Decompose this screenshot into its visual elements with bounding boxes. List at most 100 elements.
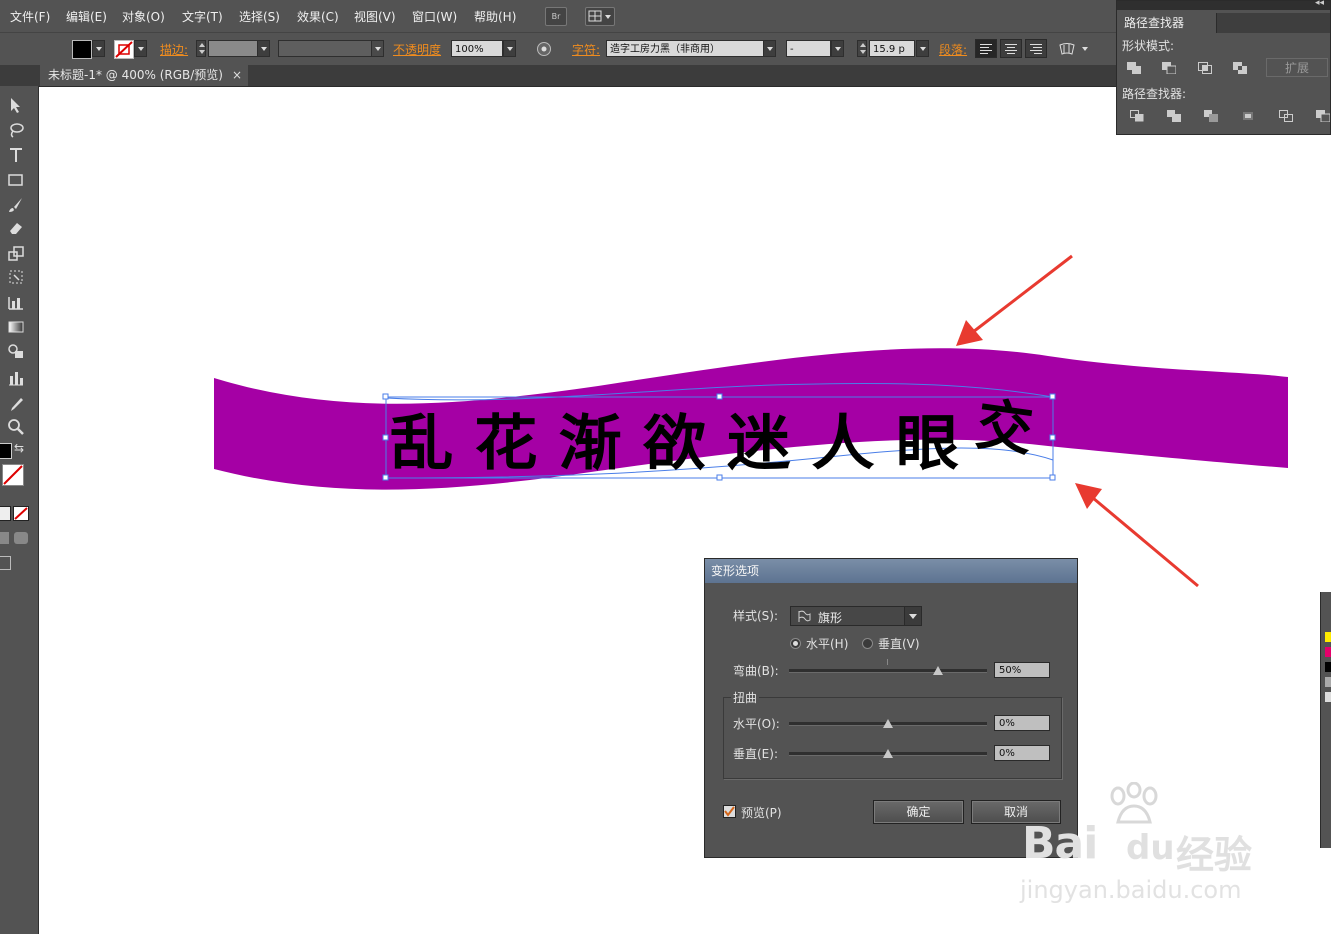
horizontal-radio-label[interactable]: 水平(H) xyxy=(806,635,848,652)
recolor-artwork-icon[interactable] xyxy=(536,41,552,57)
stroke-weight-spinner[interactable] xyxy=(196,40,206,57)
align-right-button[interactable] xyxy=(1025,39,1047,58)
stroke-weight-dropdown[interactable] xyxy=(257,40,270,57)
profile-dropdown[interactable] xyxy=(371,40,384,57)
rectangle-tool-icon[interactable] xyxy=(7,171,25,189)
menu-select[interactable]: 选择(S) xyxy=(239,8,280,25)
paragraph-label[interactable]: 段落: xyxy=(939,41,967,58)
opacity-label[interactable]: 不透明度 xyxy=(393,41,441,58)
workspace-layout-button[interactable] xyxy=(585,7,615,26)
opacity-field[interactable]: 100% xyxy=(451,40,503,57)
minus-front-icon[interactable] xyxy=(1162,62,1176,74)
bend-slider-thumb[interactable] xyxy=(932,666,943,675)
panel-drag-bar[interactable]: ◂◂ xyxy=(1117,0,1330,10)
zoom-tool-icon[interactable] xyxy=(7,418,25,436)
swatch-light-gray[interactable] xyxy=(1325,692,1331,702)
crop-icon[interactable] xyxy=(1241,110,1255,122)
draw-inside-button[interactable] xyxy=(14,532,28,544)
divide-icon[interactable] xyxy=(1130,110,1144,122)
menu-edit[interactable]: 编辑(E) xyxy=(66,8,107,25)
trim-icon[interactable] xyxy=(1167,110,1181,122)
menu-file[interactable]: 文件(F) xyxy=(10,8,50,25)
screen-mode-button[interactable] xyxy=(0,556,11,570)
font-style-field[interactable]: - xyxy=(786,40,831,57)
font-size-spinner[interactable] xyxy=(857,40,867,57)
menu-view[interactable]: 视图(V) xyxy=(354,8,396,25)
stroke-color-swatch[interactable] xyxy=(114,40,134,59)
column-graph-tool-icon[interactable] xyxy=(7,369,25,387)
stroke-indicator[interactable] xyxy=(2,464,24,486)
blend-tool-icon[interactable] xyxy=(7,342,25,360)
fill-indicator[interactable] xyxy=(0,443,12,459)
menu-window[interactable]: 窗口(W) xyxy=(412,8,457,25)
distort-vertical-thumb[interactable] xyxy=(883,749,893,758)
font-size-dropdown[interactable] xyxy=(916,40,929,57)
style-select[interactable]: 旗形 xyxy=(790,606,922,626)
stroke-label[interactable]: 描边: xyxy=(160,41,188,58)
horizontal-radio[interactable] xyxy=(790,638,801,649)
menu-effect[interactable]: 效果(C) xyxy=(297,8,339,25)
swatch-black[interactable] xyxy=(1325,662,1331,672)
bend-slider-track[interactable] xyxy=(789,669,987,673)
menu-type[interactable]: 文字(T) xyxy=(182,8,223,25)
chevron-down-icon[interactable] xyxy=(904,607,921,625)
eraser-tool-icon[interactable] xyxy=(7,219,25,237)
swatch-gray[interactable] xyxy=(1325,677,1331,687)
warped-ribbon-text[interactable]: 乱花渐欲迷人眼 xyxy=(390,409,980,479)
variable-width-profile[interactable] xyxy=(278,40,373,57)
align-left-button[interactable] xyxy=(975,39,997,58)
font-family-dropdown[interactable] xyxy=(763,40,776,57)
swap-colors-icon[interactable]: ⇆ xyxy=(14,441,24,455)
bridge-button[interactable]: Br xyxy=(545,7,567,26)
stroke-weight-field[interactable] xyxy=(208,40,258,57)
warped-ribbon-text-last-char[interactable]: 交 xyxy=(972,392,1037,464)
eyedropper-tool-icon[interactable] xyxy=(7,396,25,414)
free-transform-tool-icon[interactable] xyxy=(7,268,25,286)
gradient-tool-icon[interactable] xyxy=(7,318,25,336)
opacity-dropdown[interactable] xyxy=(503,40,516,57)
distort-horizontal-thumb[interactable] xyxy=(883,719,893,728)
menu-help[interactable]: 帮助(H) xyxy=(474,8,516,25)
vertical-radio-label[interactable]: 垂直(V) xyxy=(878,635,920,652)
outline-icon[interactable] xyxy=(1279,110,1293,122)
swatch-yellow[interactable] xyxy=(1325,632,1331,642)
align-center-button[interactable] xyxy=(1000,39,1022,58)
preview-checkbox[interactable] xyxy=(723,805,736,818)
warp-envelope-button[interactable] xyxy=(1058,41,1090,57)
collapse-panel-icon[interactable]: ◂◂ xyxy=(1315,0,1324,8)
color-mode-button[interactable] xyxy=(0,506,11,521)
fill-color-swatch[interactable] xyxy=(72,40,92,59)
fill-dropdown[interactable] xyxy=(92,40,105,57)
draw-mode-button[interactable] xyxy=(0,532,9,544)
shape-builder-tool-icon[interactable] xyxy=(7,293,25,311)
stroke-dropdown[interactable] xyxy=(134,40,147,57)
font-style-dropdown[interactable] xyxy=(831,40,844,57)
distort-vertical-field[interactable]: 0% xyxy=(994,745,1050,761)
vertical-radio[interactable] xyxy=(862,638,873,649)
lasso-tool-icon[interactable] xyxy=(7,121,25,139)
dialog-title[interactable]: 变形选项 xyxy=(705,559,1077,583)
none-mode-button[interactable] xyxy=(13,506,29,521)
pathfinder-panel-tab[interactable]: 路径查找器 xyxy=(1117,13,1217,33)
scale-tool-icon[interactable] xyxy=(7,244,25,262)
minus-back-icon[interactable] xyxy=(1316,110,1330,122)
merge-icon[interactable] xyxy=(1204,110,1218,122)
swatch-magenta[interactable] xyxy=(1325,647,1331,657)
intersect-icon[interactable] xyxy=(1198,62,1212,74)
font-family-field[interactable]: 造字工房力黑（非商用） xyxy=(606,40,764,57)
character-label[interactable]: 字符: xyxy=(572,41,600,58)
preview-label[interactable]: 预览(P) xyxy=(741,804,782,821)
bend-value-field[interactable]: 50% xyxy=(994,662,1050,678)
exclude-icon[interactable] xyxy=(1233,62,1247,74)
ok-button[interactable]: 确定 xyxy=(873,800,964,824)
distort-horizontal-field[interactable]: 0% xyxy=(994,715,1050,731)
expand-button[interactable]: 扩展 xyxy=(1266,58,1328,77)
document-tab[interactable]: 未标题-1* @ 400% (RGB/预览) × xyxy=(40,65,248,86)
selection-tool-icon[interactable] xyxy=(7,96,25,114)
paintbrush-tool-icon[interactable] xyxy=(7,196,25,214)
font-size-field[interactable]: 15.9 p xyxy=(869,40,915,57)
menu-object[interactable]: 对象(O) xyxy=(122,8,165,25)
type-tool-icon[interactable] xyxy=(7,146,25,164)
close-tab-icon[interactable]: × xyxy=(232,65,242,86)
unite-icon[interactable] xyxy=(1127,62,1141,74)
